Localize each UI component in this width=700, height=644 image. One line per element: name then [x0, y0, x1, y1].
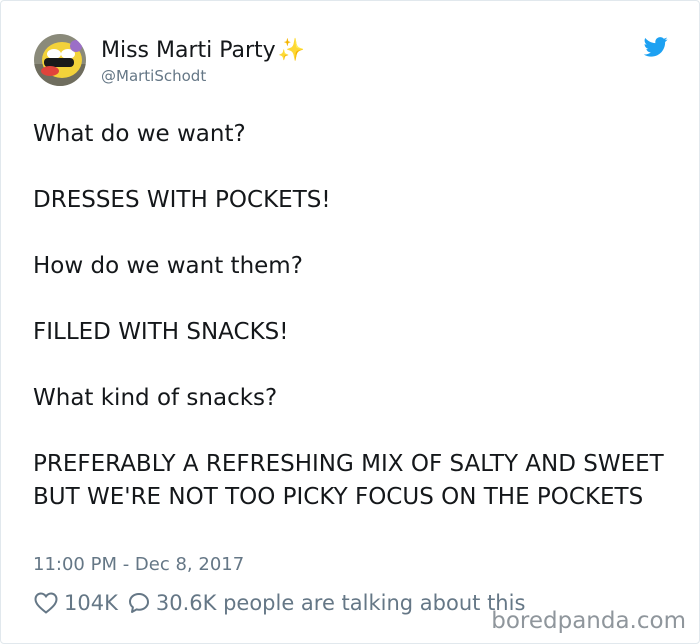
tweet-line: What do we want?	[33, 121, 246, 147]
heart-icon	[34, 592, 58, 614]
like-button[interactable]: 104K	[34, 591, 118, 615]
author-name-text: Miss Marti Party	[101, 38, 276, 63]
like-count: 104K	[64, 591, 118, 615]
tweet-actions: 104K 30.6K people are talking about this	[34, 589, 525, 617]
tweet-line: How do we want them?	[33, 253, 303, 279]
tweet-line: DRESSES WITH POCKETS!	[33, 187, 331, 213]
avatar-image	[34, 34, 86, 86]
comment-bubble-icon	[128, 593, 149, 613]
watermark: boredpanda.com	[491, 608, 686, 634]
tweet-line: PREFERABLY A REFRESHING MIX OF SALTY AND…	[33, 451, 664, 510]
author-display-name[interactable]: Miss Marti Party✨	[101, 37, 305, 65]
replies-text: 30.6K people are talking about this	[155, 591, 526, 615]
twitter-bird-icon[interactable]	[644, 37, 668, 57]
tweet-text: What do we want? DRESSES WITH POCKETS! H…	[33, 118, 673, 514]
avatar[interactable]	[34, 34, 86, 86]
tweet-line: FILLED WITH SNACKS!	[33, 319, 289, 345]
tweet-line: What kind of snacks?	[33, 385, 278, 411]
author-handle[interactable]: @MartiSchodt	[101, 67, 206, 85]
reply-button[interactable]: 30.6K people are talking about this	[128, 591, 526, 615]
tweet-timestamp[interactable]: 11:00 PM - Dec 8, 2017	[33, 554, 244, 575]
sparkles-emoji: ✨	[277, 38, 306, 63]
tweet-card: Miss Marti Party✨ @MartiSchodt What do w…	[0, 0, 700, 644]
